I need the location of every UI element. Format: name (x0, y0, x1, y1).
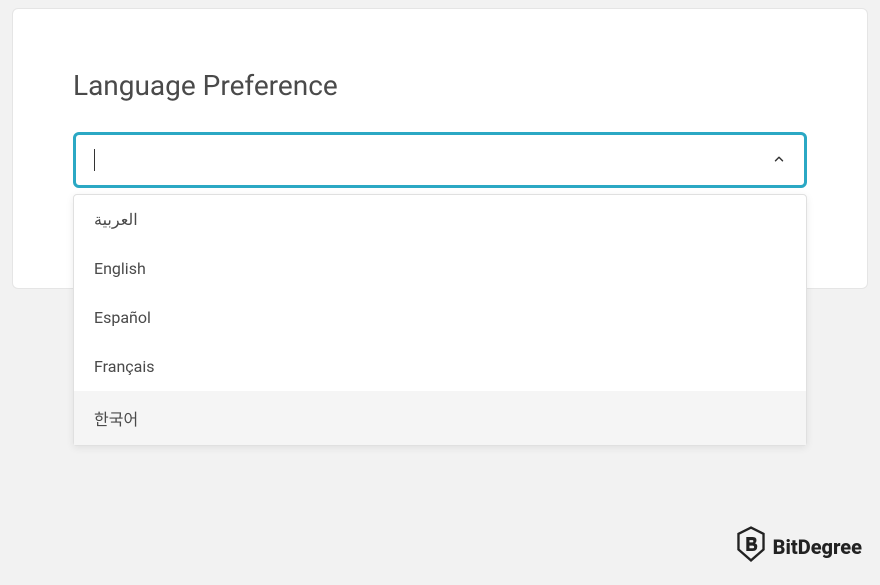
language-option[interactable]: English (74, 244, 806, 293)
section-heading: Language Preference (73, 69, 807, 102)
language-option[interactable]: Español (74, 293, 806, 342)
bitdegree-text: BitDegree (773, 535, 862, 559)
text-cursor (94, 149, 95, 171)
bitdegree-watermark: BitDegree (735, 526, 862, 567)
chevron-up-icon (772, 151, 786, 170)
bitdegree-logo-icon (735, 526, 767, 567)
language-select-input[interactable] (73, 132, 807, 188)
language-option[interactable]: Français (74, 342, 806, 391)
language-options-list: العربية English Español Français 한국어 (73, 194, 807, 446)
language-option[interactable]: العربية (74, 195, 806, 244)
language-option[interactable]: 한국어 (74, 391, 806, 445)
language-preference-card: Language Preference العربية English Espa… (12, 8, 868, 289)
language-dropdown: العربية English Español Français 한국어 (73, 132, 807, 188)
